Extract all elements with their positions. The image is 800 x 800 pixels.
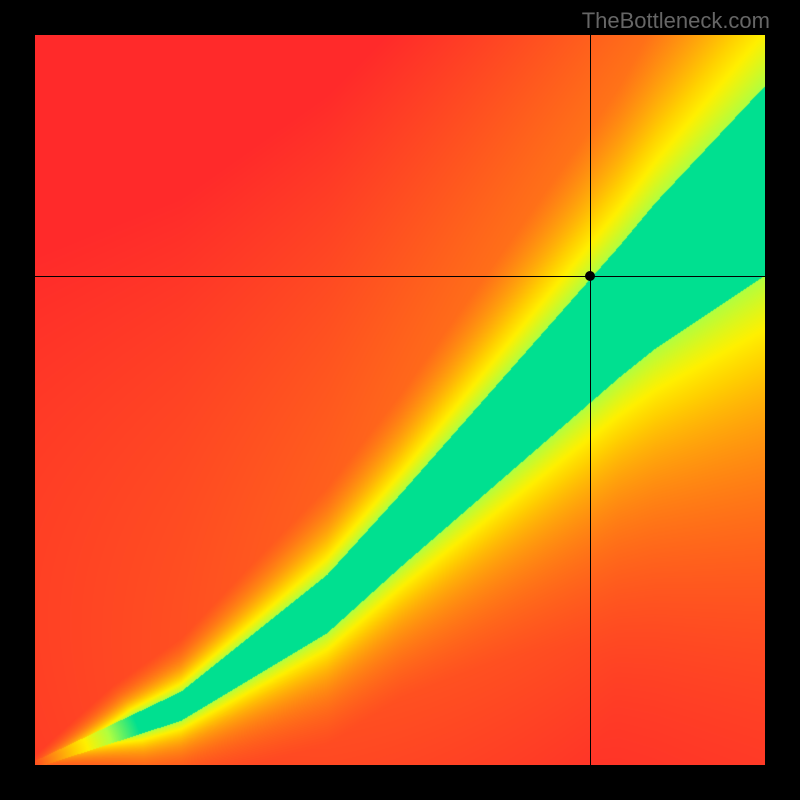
chart-container: TheBottleneck.com [0, 0, 800, 800]
heatmap-plot [35, 35, 765, 765]
watermark-text: TheBottleneck.com [582, 8, 770, 34]
crosshair-vertical [590, 35, 591, 765]
crosshair-horizontal [35, 276, 765, 277]
heatmap-canvas [35, 35, 765, 765]
crosshair-marker [585, 271, 595, 281]
